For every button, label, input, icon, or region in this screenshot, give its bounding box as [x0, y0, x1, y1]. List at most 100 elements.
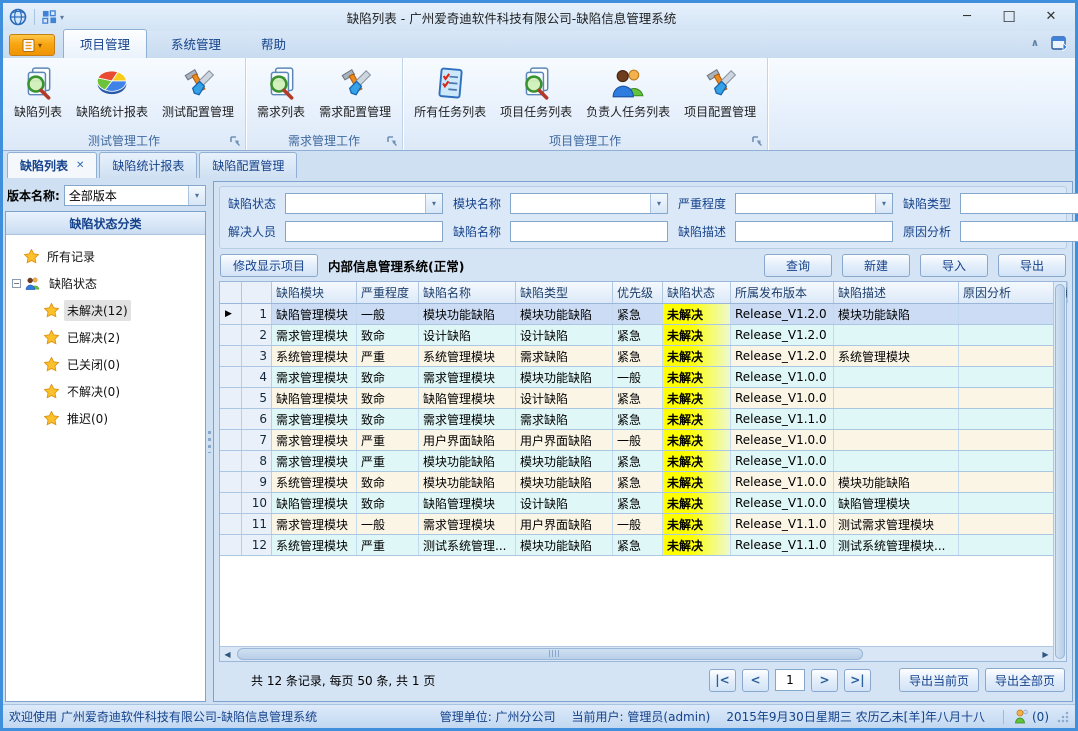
prev-page-button[interactable]: <	[742, 669, 769, 692]
header-defect-module[interactable]: 缺陷模块	[272, 282, 357, 303]
close-button[interactable]: ✕	[1043, 9, 1059, 25]
version-combobox[interactable]: 全部版本 ▾	[64, 185, 206, 206]
severity-combobox[interactable]: ▾	[735, 193, 893, 214]
filter-label-defect-type: 缺陷类型	[903, 195, 955, 212]
project-config-button[interactable]: 项目配置管理	[677, 62, 763, 124]
close-tab-icon[interactable]: ✕	[76, 160, 84, 171]
window-switch-icon[interactable]	[1051, 35, 1067, 51]
ribbon-tab-system-management[interactable]: 系统管理	[155, 30, 237, 58]
project-tasks-button[interactable]: 项目任务列表	[493, 62, 579, 124]
header-defect-desc[interactable]: 缺陷描述	[834, 282, 959, 303]
filter-label-defect-status: 缺陷状态	[228, 195, 280, 212]
scrollbar-thumb[interactable]	[237, 648, 863, 660]
tree-item-defect-status[interactable]: − 缺陷状态	[10, 270, 201, 297]
app-menu-button[interactable]: ▾	[9, 34, 55, 56]
owner-tasks-button[interactable]: 负责人任务列表	[579, 62, 677, 124]
defect-stats-report-button[interactable]: 缺陷统计报表	[69, 62, 155, 124]
new-button[interactable]: 新建	[842, 254, 910, 277]
quick-access-toolbar-button[interactable]: ▾	[42, 10, 64, 25]
module-name-combobox[interactable]: ▾	[510, 193, 668, 214]
cell-defect-desc	[834, 325, 959, 345]
header-defect-type[interactable]: 缺陷类型	[516, 282, 613, 303]
test-config-button[interactable]: 测试配置管理	[155, 62, 241, 124]
collapse-ribbon-icon[interactable]: ∧	[1031, 38, 1039, 49]
next-page-button[interactable]: >	[811, 669, 838, 692]
cell-defect-name: 模块功能缺陷	[419, 304, 516, 324]
vertical-scrollbar[interactable]	[1053, 282, 1066, 661]
dialog-launcher-icon[interactable]	[387, 136, 398, 147]
export-all-pages-button[interactable]: 导出全部页	[985, 668, 1065, 692]
first-page-button[interactable]: |<	[709, 669, 736, 692]
cell-cause-analysis	[959, 514, 1053, 534]
cell-defect-name: 缺陷管理模块	[419, 493, 516, 513]
doc-tab-defect-list[interactable]: 缺陷列表 ✕	[7, 152, 97, 178]
table-row[interactable]: 9 系统管理模块 致命 模块功能缺陷 模块功能缺陷 紧急 未解决 Release…	[220, 472, 1053, 493]
cell-priority: 紧急	[613, 409, 663, 429]
doc-tab-defect-config[interactable]: 缺陷配置管理	[199, 152, 297, 178]
ribbon-tab-help[interactable]: 帮助	[245, 30, 302, 58]
table-row[interactable]: 4 需求管理模块 致命 需求管理模块 模块功能缺陷 一般 未解决 Release…	[220, 367, 1053, 388]
export-current-page-button[interactable]: 导出当前页	[899, 668, 979, 692]
table-row[interactable]: 8 需求管理模块 严重 模块功能缺陷 模块功能缺陷 紧急 未解决 Release…	[220, 451, 1053, 472]
all-tasks-button[interactable]: 所有任务列表	[407, 62, 493, 124]
defect-type-combobox[interactable]: ▾	[960, 193, 1078, 214]
tree-item-all-records[interactable]: 所有记录	[24, 243, 201, 270]
ribbon-tab-project-management[interactable]: 项目管理	[63, 29, 147, 58]
header-priority[interactable]: 优先级	[613, 282, 663, 303]
table-row[interactable]: 1 缺陷管理模块 一般 模块功能缺陷 模块功能缺陷 紧急 未解决 Release…	[220, 304, 1053, 325]
table-row[interactable]: 10 缺陷管理模块 致命 缺陷管理模块 设计缺陷 紧急 未解决 Release_…	[220, 493, 1053, 514]
tree-item-resolved[interactable]: 已解决(2)	[44, 324, 201, 351]
chevron-down-icon[interactable]: ▾	[425, 194, 442, 213]
chevron-down-icon[interactable]: ▾	[875, 194, 892, 213]
scroll-right-icon[interactable]: ▶	[1038, 650, 1053, 659]
query-button[interactable]: 查询	[764, 254, 832, 277]
defect-status-combobox[interactable]: ▾	[285, 193, 443, 214]
tree-item-wont-fix[interactable]: 不解决(0)	[44, 378, 201, 405]
chevron-down-icon[interactable]: ▾	[650, 194, 667, 213]
dialog-launcher-icon[interactable]	[752, 136, 763, 147]
table-row[interactable]: 2 需求管理模块 致命 设计缺陷 设计缺陷 紧急 未解决 Release_V1.…	[220, 325, 1053, 346]
tree-item-closed[interactable]: 已关闭(0)	[44, 351, 201, 378]
tools-icon	[338, 66, 372, 100]
row-indicator	[220, 430, 242, 450]
last-page-button[interactable]: >|	[844, 669, 871, 692]
table-row[interactable]: 6 需求管理模块 致命 需求管理模块 需求缺陷 紧急 未解决 Release_V…	[220, 409, 1053, 430]
splitter-grip-icon	[208, 431, 211, 453]
requirement-list-button[interactable]: 需求列表	[250, 62, 312, 124]
doc-tab-defect-stats[interactable]: 缺陷统计报表	[99, 152, 197, 178]
defect-desc-input[interactable]	[735, 221, 893, 242]
import-button[interactable]: 导入	[920, 254, 988, 277]
table-row[interactable]: 3 系统管理模块 严重 系统管理模块 需求缺陷 紧急 未解决 Release_V…	[220, 346, 1053, 367]
export-button[interactable]: 导出	[998, 254, 1066, 277]
modify-display-items-button[interactable]: 修改显示项目	[220, 254, 318, 277]
header-cause-analysis[interactable]: 原因分析	[959, 282, 1059, 303]
table-row[interactable]: 7 需求管理模块 严重 用户界面缺陷 用户界面缺陷 一般 未解决 Release…	[220, 430, 1053, 451]
resize-grip[interactable]	[1057, 711, 1069, 723]
scroll-left-icon[interactable]: ◀	[220, 650, 235, 659]
dialog-launcher-icon[interactable]	[230, 136, 241, 147]
filter-label-resolver: 解决人员	[228, 223, 280, 240]
table-row[interactable]: 12 系统管理模块 严重 测试系统管理... 模块功能缺陷 紧急 未解决 Rel…	[220, 535, 1053, 556]
tree-item-unresolved[interactable]: 未解决(12)	[44, 297, 201, 324]
header-release-version[interactable]: 所属发布版本	[731, 282, 834, 303]
panel-splitter[interactable]	[206, 181, 213, 702]
expander-minus-icon[interactable]: −	[12, 279, 21, 288]
defect-name-input[interactable]	[510, 221, 668, 242]
chevron-down-icon[interactable]: ▾	[188, 186, 205, 205]
scrollbar-thumb[interactable]	[1055, 284, 1065, 659]
resolver-input[interactable]	[285, 221, 443, 242]
maximize-button[interactable]: ☐	[1001, 9, 1017, 25]
cause-analysis-input[interactable]	[960, 221, 1078, 242]
table-row[interactable]: 11 需求管理模块 一般 需求管理模块 用户界面缺陷 一般 未解决 Releas…	[220, 514, 1053, 535]
tree-item-postponed[interactable]: 推迟(0)	[44, 405, 201, 432]
header-defect-status[interactable]: 缺陷状态	[663, 282, 731, 303]
requirement-config-button[interactable]: 需求配置管理	[312, 62, 398, 124]
table-row[interactable]: 5 缺陷管理模块 致命 缺陷管理模块 设计缺陷 紧急 未解决 Release_V…	[220, 388, 1053, 409]
header-defect-name[interactable]: 缺陷名称	[419, 282, 516, 303]
cell-cause-analysis	[959, 430, 1053, 450]
page-number-input[interactable]	[775, 669, 805, 691]
defect-list-button[interactable]: 缺陷列表	[7, 62, 69, 124]
horizontal-scrollbar[interactable]: ◀ ▶	[220, 646, 1053, 661]
header-severity[interactable]: 严重程度	[357, 282, 419, 303]
minimize-button[interactable]: ─	[959, 9, 975, 25]
